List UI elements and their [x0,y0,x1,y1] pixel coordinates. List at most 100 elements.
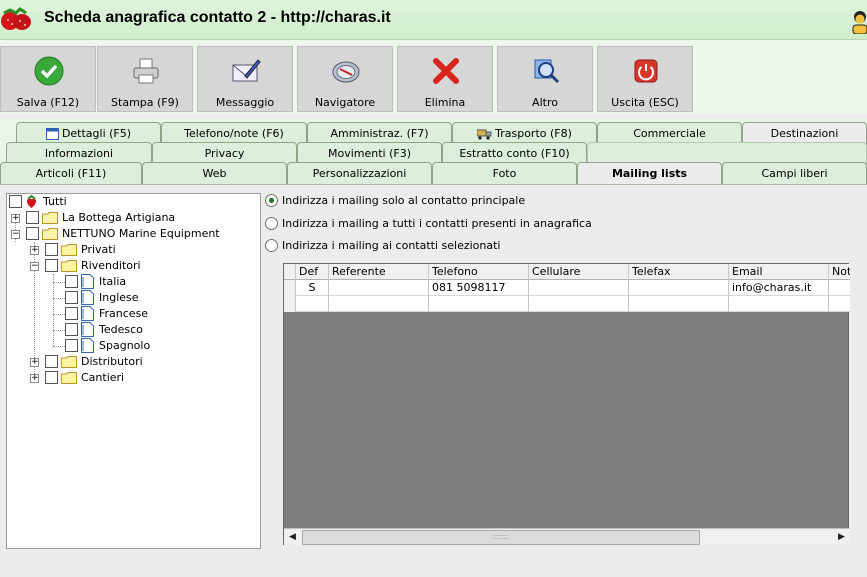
grid-header: Def Referente Telefono Cellulare Telefax… [284,264,850,280]
cell-referente[interactable] [329,280,429,296]
tree-item[interactable]: − Rivenditori [30,258,250,274]
folder-icon [61,372,77,384]
document-icon [81,290,94,305]
cell-note[interactable] [829,280,850,296]
tree-checkbox[interactable] [26,211,39,224]
strawberry-logo-icon [1,7,31,30]
expand-icon[interactable]: + [30,374,39,383]
table-row[interactable]: S 081 5098117 info@charas.it [284,280,850,296]
cell-telefax[interactable] [629,296,729,312]
tree-item[interactable]: Spagnolo [65,338,245,354]
exit-button[interactable]: Uscita (ESC) [597,46,693,112]
column-header-referente[interactable]: Referente [329,264,429,280]
tree-checkbox[interactable] [65,307,78,320]
tree-checkbox[interactable] [26,227,39,240]
radio-button[interactable] [265,194,278,207]
cell-telefono[interactable] [429,296,529,312]
tree-item[interactable]: + La Bottega Artigiana [11,210,251,226]
collapse-icon[interactable]: − [11,230,20,239]
tree-checkbox[interactable] [65,291,78,304]
column-header-note[interactable]: Not [829,264,850,280]
more-button[interactable]: Altro [497,46,593,112]
tab-foto[interactable]: Foto [432,162,577,185]
navigator-button[interactable]: Navigatore [297,46,393,112]
compass-icon [332,61,360,83]
delete-button[interactable]: Elimina [397,46,493,112]
tree-item[interactable]: Tedesco [65,322,245,338]
expand-icon[interactable]: + [30,358,39,367]
column-header-def[interactable]: Def [296,264,329,280]
save-button[interactable]: Salva (F12) [0,46,96,112]
cell-def[interactable]: S [296,280,329,296]
scroll-left-arrow-icon[interactable]: ◀ [285,530,300,545]
expand-icon[interactable]: + [11,214,20,223]
cell-note[interactable] [829,296,850,312]
tab-articoli[interactable]: Articoli (F11) [0,162,142,185]
folder-icon [61,356,77,368]
red-x-icon [433,58,459,84]
tree-checkbox[interactable] [65,275,78,288]
scroll-thumb[interactable]: :::::: [302,530,700,545]
row-indicator-header [284,264,296,280]
magnifier-icon [534,59,560,84]
printer-icon [133,58,159,84]
tree-checkbox[interactable] [45,259,58,272]
cell-def[interactable] [296,296,329,312]
cell-telefono[interactable]: 081 5098117 [429,280,529,296]
cell-cellulare[interactable] [529,296,629,312]
folder-icon [61,244,77,256]
contacts-grid[interactable]: Def Referente Telefono Cellulare Telefax… [283,263,850,545]
tree-checkbox[interactable] [65,323,78,336]
cell-email[interactable] [729,296,829,312]
tree-item[interactable]: + Cantieri [30,370,250,386]
collapse-icon[interactable]: − [30,262,39,271]
horizontal-scrollbar[interactable]: ◀ :::::: ▶ [284,528,850,545]
table-row[interactable] [284,296,850,312]
tab-web[interactable]: Web [142,162,287,185]
mailing-lists-panel: Tutti + La Bottega Artigiana − NETTUNO M… [0,184,867,577]
tree-checkbox[interactable] [9,195,22,208]
tree-item-root[interactable]: Tutti [9,194,249,210]
cell-email[interactable]: info@charas.it [729,280,829,296]
document-icon [81,306,94,321]
tab-campi-liberi[interactable]: Campi liberi [722,162,867,185]
tree-item[interactable]: + Distributori [30,354,250,370]
cell-cellulare[interactable] [529,280,629,296]
expand-icon[interactable]: + [30,246,39,255]
document-icon [81,322,94,337]
mailing-tree[interactable]: Tutti + La Bottega Artigiana − NETTUNO M… [6,193,261,549]
tab-personalizzazioni[interactable]: Personalizzazioni [287,162,432,185]
toolbar: Salva (F12) Stampa (F9) Messaggio Naviga… [0,40,867,114]
tree-connector [53,330,65,331]
row-indicator [284,280,296,296]
message-button[interactable]: Messaggio [197,46,293,112]
scroll-right-arrow-icon[interactable]: ▶ [834,530,849,545]
tab-mailing-lists[interactable]: Mailing lists [577,162,722,184]
tree-checkbox[interactable] [45,371,58,384]
strawberry-icon [26,195,37,208]
tree-checkbox[interactable] [65,339,78,352]
radio-button[interactable] [265,217,278,230]
tree-item[interactable]: Italia [65,274,245,290]
document-icon [81,274,94,289]
tree-checkbox[interactable] [45,355,58,368]
column-header-telefono[interactable]: Telefono [429,264,529,280]
column-header-email[interactable]: Email [729,264,829,280]
tree-item[interactable]: Francese [65,306,245,322]
tree-checkbox[interactable] [45,243,58,256]
tree-item[interactable]: Inglese [65,290,245,306]
column-header-cellulare[interactable]: Cellulare [529,264,629,280]
folder-icon [61,260,77,272]
cell-telefax[interactable] [629,280,729,296]
column-header-telefax[interactable]: Telefax [629,264,729,280]
cell-referente[interactable] [329,296,429,312]
radio-button[interactable] [265,239,278,252]
tree-item[interactable]: + Privati [30,242,250,258]
user-icon[interactable] [851,10,867,34]
tree-connector [53,282,65,283]
calendar-icon [45,128,59,140]
tree-item[interactable]: − NETTUNO Marine Equipment [11,226,251,242]
tree-connector [53,314,65,315]
print-button[interactable]: Stampa (F9) [97,46,193,112]
folder-icon [42,228,58,240]
